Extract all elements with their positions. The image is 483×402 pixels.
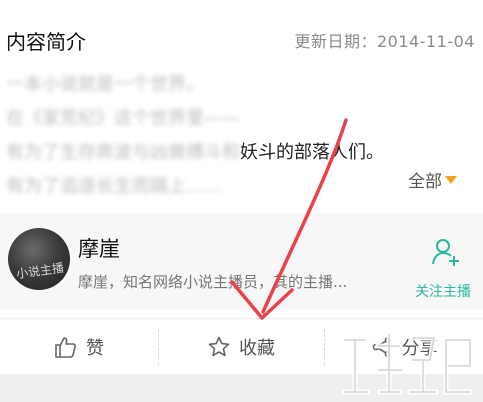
update-date: 更新日期：2014-11-04	[294, 32, 475, 51]
section-title: 内容简介	[6, 30, 86, 54]
avatar-caption: 小说主播	[15, 260, 65, 282]
intro-header: 内容简介 更新日期：2014-11-04	[0, 0, 483, 62]
share-icon	[372, 336, 391, 358]
like-button[interactable]: 赞	[0, 319, 158, 375]
expand-label: 全部	[408, 172, 442, 192]
follow-host-button[interactable]: 关注主播	[408, 231, 478, 303]
follow-label: 关注主播	[415, 284, 471, 300]
avatar[interactable]: 小说主播	[8, 228, 70, 290]
synopsis-line: 一本小说就是一个世界。	[6, 74, 204, 95]
share-button[interactable]: 分享	[324, 319, 483, 375]
share-label: 分享	[401, 338, 438, 359]
host-name: 摩崖	[78, 237, 120, 261]
host-card[interactable]: 小说主播 摩崖 摩崖，知名网络小说主播员，其的主播... 关注主播	[0, 213, 483, 310]
synopsis-line: 在《家荒纪》这个世界里——	[6, 108, 240, 129]
star-icon	[208, 336, 230, 357]
triangle-down-icon	[445, 176, 457, 184]
like-label: 赞	[86, 338, 104, 359]
synopsis-line: 有为了追逐长生而踏上……	[6, 176, 222, 197]
person-plus-icon	[432, 239, 459, 266]
favorite-button[interactable]: 收藏	[158, 319, 324, 375]
action-bar: 赞 收藏 分享	[0, 318, 483, 375]
thumbs-up-icon	[55, 337, 76, 358]
favorite-label: 收藏	[239, 338, 275, 359]
bottom-band	[0, 374, 483, 402]
host-description: 摩崖，知名网络小说主播员，其的主播...	[78, 273, 348, 291]
synopsis-line: 有为了生存奔波与凶兽搏斗和妖斗的部落人们。	[6, 142, 384, 163]
expand-all-button[interactable]: 全部	[408, 167, 457, 192]
